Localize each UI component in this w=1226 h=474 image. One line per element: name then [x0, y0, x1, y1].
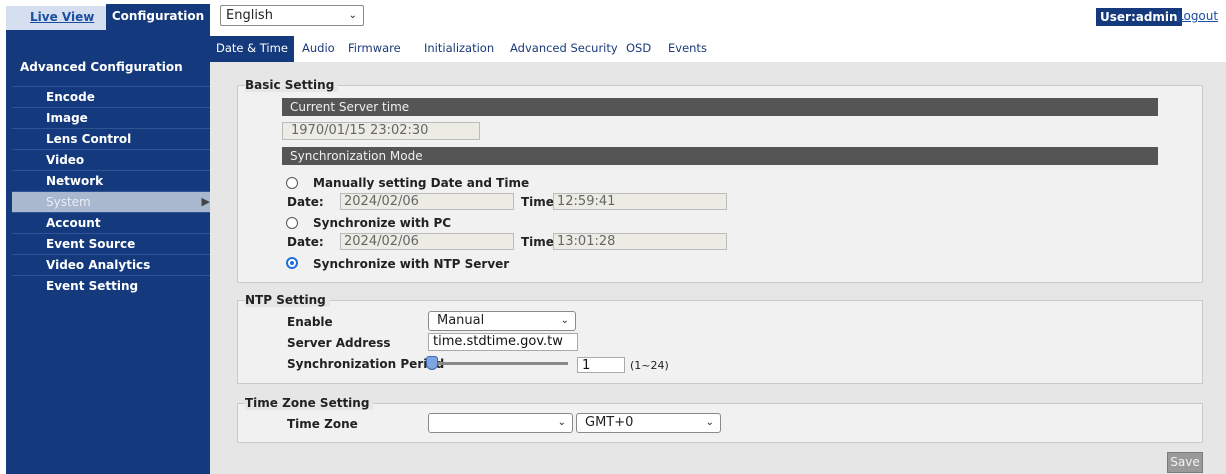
tab-firmware[interactable]: Firmware: [348, 36, 401, 62]
pc-date-field: 2024/02/06: [340, 233, 514, 250]
basic-setting-legend: Basic Setting: [245, 78, 339, 92]
server-address-input[interactable]: time.stdtime.gov.tw: [428, 333, 578, 351]
tab-date-time[interactable]: Date & Time: [210, 36, 294, 62]
sync-pc-radio[interactable]: [286, 217, 298, 229]
chevron-down-icon: ⌄: [348, 10, 357, 21]
time-zone-offset-select[interactable]: GMT+0 ⌄: [576, 413, 721, 433]
tab-bar: Date & Time Audio Firmware Initializatio…: [210, 36, 1226, 62]
top-bar: Live View Configuration English ⌄ User:a…: [0, 0, 1226, 30]
time-zone-label: Time Zone: [287, 417, 358, 431]
pc-time-field: 13:01:28: [553, 233, 727, 250]
live-view-link[interactable]: Live View: [6, 6, 106, 30]
sidebar-item-system[interactable]: System ▶: [12, 191, 210, 212]
manual-date-field[interactable]: 2024/02/06: [340, 193, 514, 210]
tab-osd[interactable]: OSD: [626, 36, 651, 62]
enable-label: Enable: [287, 315, 333, 329]
triangle-right-icon: ▶: [201, 195, 210, 208]
enable-select[interactable]: Manual ⌄: [428, 311, 576, 331]
sync-period-slider-thumb[interactable]: [426, 356, 438, 370]
sidebar-item-lens-control[interactable]: Lens Control: [12, 128, 210, 149]
ntp-setting-legend: NTP Setting: [245, 293, 330, 307]
chevron-down-icon: ⌄: [705, 417, 714, 428]
time-zone-offset-value: GMT+0: [585, 415, 634, 430]
sync-mode-header: Synchronization Mode: [282, 147, 1158, 165]
manual-radio-label: Manually setting Date and Time: [313, 176, 530, 190]
configuration-tab[interactable]: Configuration: [106, 4, 210, 30]
sidebar-item-network[interactable]: Network: [12, 170, 210, 191]
language-value: English: [226, 8, 273, 23]
tab-advanced-security[interactable]: Advanced Security: [510, 36, 618, 62]
tab-events[interactable]: Events: [668, 36, 707, 62]
sync-period-label: Synchronization Period: [287, 357, 445, 371]
chevron-down-icon: ⌄: [560, 315, 569, 326]
manual-radio[interactable]: [286, 177, 298, 189]
sidebar-item-event-setting[interactable]: Event Setting: [12, 275, 210, 296]
server-address-label: Server Address: [287, 336, 391, 350]
sidebar-item-label: System: [46, 195, 91, 209]
time-zone-legend: Time Zone Setting: [245, 396, 374, 410]
user-badge: User:admin: [1096, 8, 1182, 26]
manual-time-field[interactable]: 12:59:41: [553, 193, 727, 210]
sync-period-input[interactable]: 1: [577, 357, 625, 373]
sync-period-slider-track[interactable]: [432, 362, 568, 365]
separator: |: [1163, 8, 1168, 23]
sidebar: Advanced Configuration Encode Image Lens…: [6, 30, 210, 474]
sidebar-item-encode[interactable]: Encode: [12, 86, 210, 107]
pc-date-label: Date:: [287, 235, 324, 249]
enable-select-value: Manual: [437, 313, 485, 328]
sync-pc-label: Synchronize with PC: [313, 216, 452, 230]
sidebar-item-video-analytics[interactable]: Video Analytics: [12, 254, 210, 275]
current-server-time-header: Current Server time: [282, 98, 1158, 116]
sidebar-title: Advanced Configuration: [20, 60, 183, 74]
sync-ntp-label: Synchronize with NTP Server: [313, 257, 510, 271]
save-button[interactable]: Save: [1167, 452, 1203, 473]
sidebar-item-video[interactable]: Video: [12, 149, 210, 170]
sync-period-range: (1~24): [630, 359, 669, 372]
sync-ntp-radio[interactable]: [286, 257, 298, 269]
chevron-down-icon: ⌄: [557, 417, 566, 428]
logout-link[interactable]: Logout: [1177, 9, 1218, 23]
sidebar-item-account[interactable]: Account: [12, 212, 210, 233]
sidebar-item-image[interactable]: Image: [12, 107, 210, 128]
language-select[interactable]: English ⌄: [220, 5, 364, 26]
time-zone-region-select[interactable]: ⌄: [428, 413, 573, 433]
tab-audio[interactable]: Audio: [302, 36, 335, 62]
tab-initialization[interactable]: Initialization: [424, 36, 494, 62]
sidebar-item-event-source[interactable]: Event Source: [12, 233, 210, 254]
current-server-time-field: 1970/01/15 23:02:30: [282, 122, 480, 140]
manual-date-label: Date:: [287, 195, 324, 209]
